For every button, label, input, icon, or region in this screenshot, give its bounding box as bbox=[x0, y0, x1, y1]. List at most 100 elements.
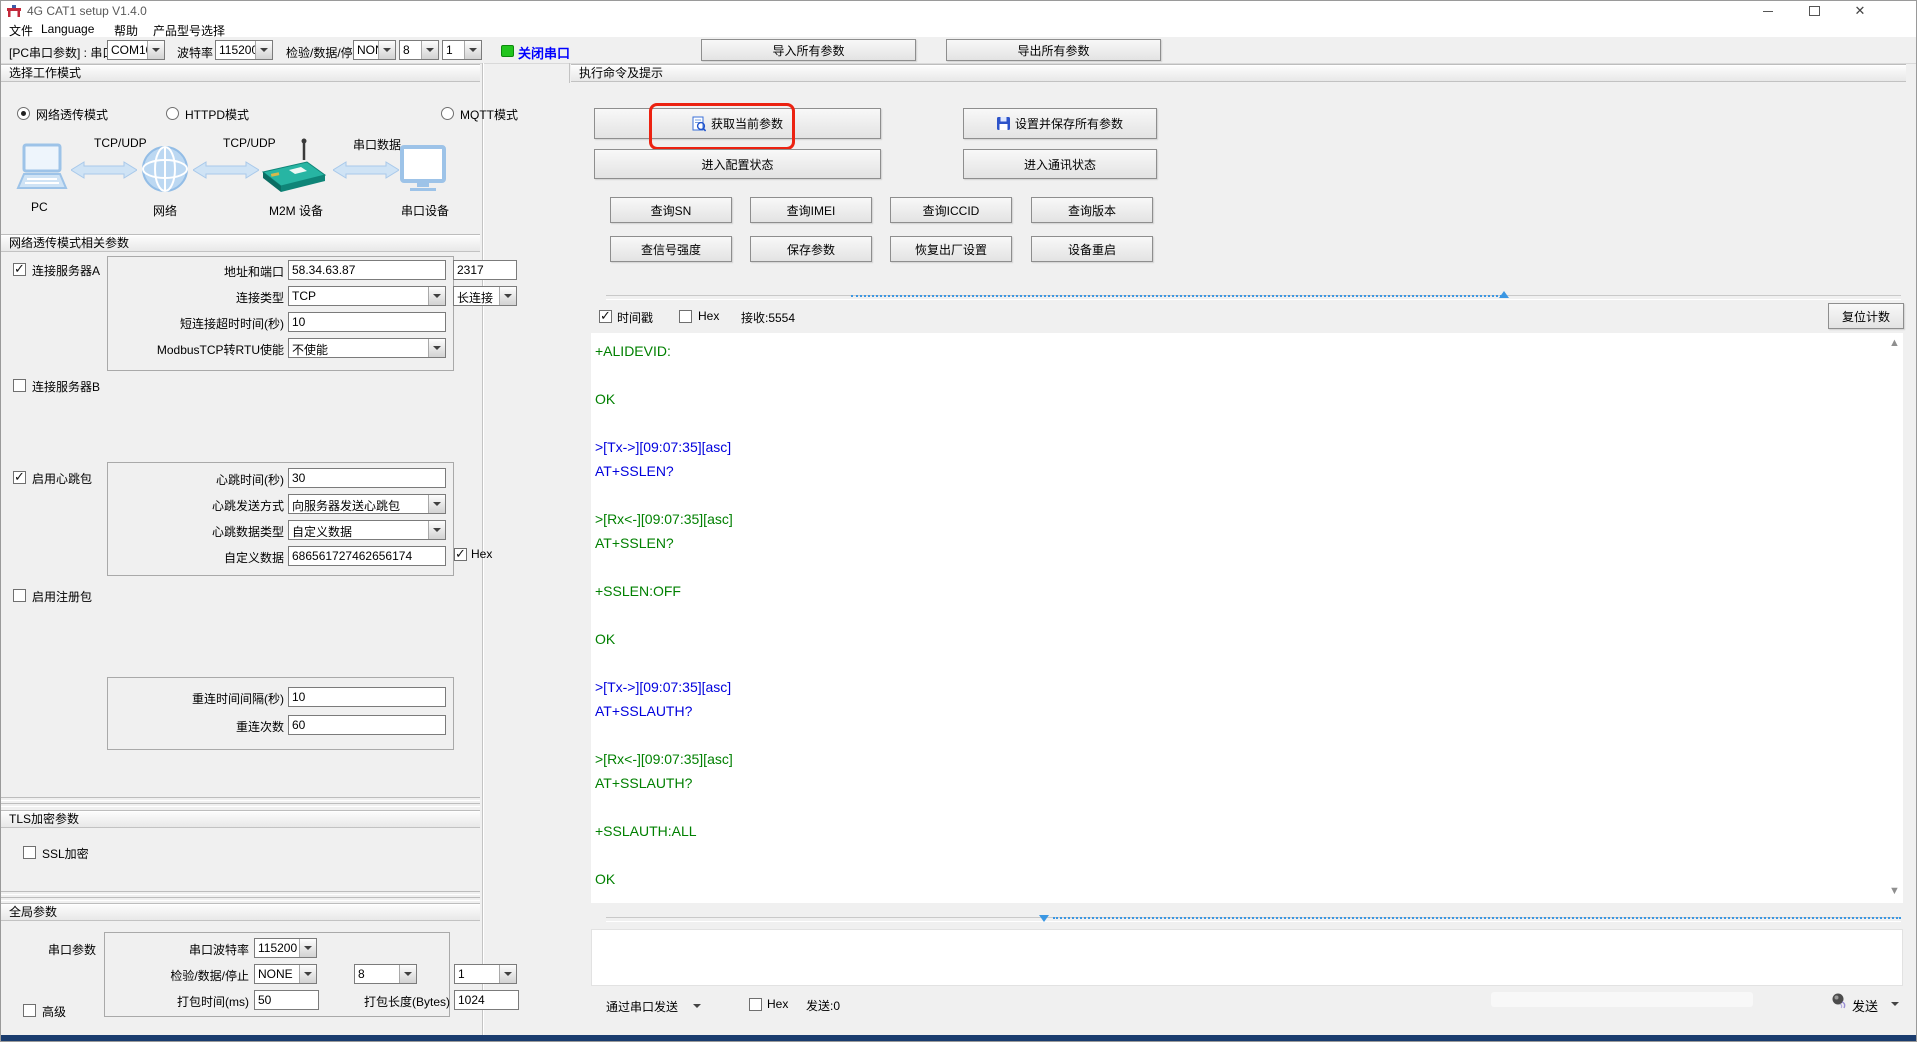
terminal-line: +SSLAUTH:ALL bbox=[595, 819, 1903, 843]
slider-thumb-icon[interactable] bbox=[1499, 291, 1509, 298]
chevron-down-icon[interactable] bbox=[428, 495, 445, 513]
query-signal-button[interactable]: 查信号强度 bbox=[610, 236, 732, 262]
short-timeout-field[interactable]: 10 bbox=[288, 312, 446, 332]
pack-time-field[interactable]: 50 bbox=[254, 990, 319, 1010]
terminal-line bbox=[595, 795, 1903, 819]
terminal-line: >[Rx<-][09:07:35][asc] bbox=[595, 747, 1903, 771]
chevron-down-icon[interactable] bbox=[299, 939, 316, 957]
parity-select[interactable]: NONI bbox=[353, 40, 396, 60]
radio-httpd-mode[interactable] bbox=[166, 107, 179, 120]
enter-comm-button[interactable]: 进入通讯状态 bbox=[963, 149, 1157, 179]
radio-mqtt-mode[interactable] bbox=[441, 107, 454, 120]
close-icon[interactable]: ✕ bbox=[1843, 1, 1877, 21]
timestamp-label: 时间戳 bbox=[617, 309, 653, 326]
server-a-checkbox[interactable] bbox=[13, 263, 26, 276]
menu-bar: 文件 Language 帮助 产品型号选择 bbox=[1, 21, 1916, 38]
radio-net-transparent-mode[interactable] bbox=[17, 107, 30, 120]
monitor-icon bbox=[399, 145, 447, 195]
chevron-down-icon[interactable] bbox=[147, 41, 164, 59]
heartbeat-mode-select[interactable]: 向服务器发送心跳包 bbox=[288, 494, 446, 514]
scroll-down-icon[interactable]: ▼ bbox=[1889, 885, 1900, 897]
set-save-params-label: 设置并保存所有参数 bbox=[1015, 115, 1123, 132]
keep-alive-select[interactable]: 长连接 bbox=[453, 286, 517, 306]
advanced-checkbox[interactable] bbox=[23, 1004, 36, 1017]
chevron-down-icon[interactable] bbox=[378, 41, 395, 59]
reconnect-interval-field[interactable]: 10 bbox=[288, 687, 446, 707]
work-mode-header-label: 选择工作模式 bbox=[9, 66, 81, 80]
chevron-down-icon[interactable] bbox=[399, 965, 416, 983]
send-via-serial-dropdown[interactable]: 通过串口发送 bbox=[606, 998, 678, 1015]
modbus-value: 不使能 bbox=[292, 341, 428, 358]
ssl-checkbox[interactable] bbox=[23, 846, 36, 859]
slider-thumb-icon[interactable] bbox=[1039, 915, 1049, 922]
tls-header-label: TLS加密参数 bbox=[9, 812, 79, 826]
chevron-down-icon[interactable] bbox=[428, 339, 445, 357]
send-icon[interactable] bbox=[1831, 992, 1848, 1009]
chevron-down-icon[interactable] bbox=[1891, 1002, 1899, 1006]
enter-config-button[interactable]: 进入配置状态 bbox=[594, 149, 881, 179]
heartbeat-mode-value: 向服务器发送心跳包 bbox=[292, 497, 428, 514]
server-b-label: 连接服务器B bbox=[32, 378, 100, 395]
minimize-icon[interactable] bbox=[1751, 1, 1785, 21]
send-button[interactable]: 发送 bbox=[1852, 996, 1878, 1015]
close-port-button[interactable]: 关闭串口 bbox=[518, 43, 570, 62]
chevron-down-icon[interactable] bbox=[428, 287, 445, 305]
device-restart-button[interactable]: 设备重启 bbox=[1031, 236, 1153, 262]
terminal-line: AT+SSLEN? bbox=[595, 459, 1903, 483]
terminal-line: >[Rx<-][09:07:35][asc] bbox=[595, 507, 1903, 531]
server-b-checkbox[interactable] bbox=[13, 379, 26, 392]
conn-type-select[interactable]: TCP bbox=[288, 286, 446, 306]
chevron-down-icon[interactable] bbox=[428, 521, 445, 539]
server-a-label: 连接服务器A bbox=[32, 262, 100, 279]
sent-count: 发送:0 bbox=[806, 997, 840, 1014]
databits-select[interactable]: 8 bbox=[399, 40, 439, 60]
send-hex-checkbox[interactable] bbox=[749, 998, 762, 1011]
terminal-output[interactable]: +ALIDEVID:OK>[Tx->][09:07:35][asc]AT+SSL… bbox=[591, 333, 1903, 903]
chevron-down-icon[interactable] bbox=[255, 41, 272, 59]
import-all-button[interactable]: 导入所有参数 bbox=[701, 39, 916, 61]
save-params-button[interactable]: 保存参数 bbox=[750, 236, 872, 262]
heartbeat-time-field[interactable]: 30 bbox=[288, 468, 446, 488]
menu-language[interactable]: Language bbox=[41, 22, 94, 36]
chevron-down-icon[interactable] bbox=[499, 965, 516, 983]
query-iccid-button[interactable]: 查询ICCID bbox=[890, 197, 1012, 223]
factory-reset-button[interactable]: 恢复出厂设置 bbox=[890, 236, 1012, 262]
pack-len-field[interactable]: 1024 bbox=[454, 990, 519, 1010]
chevron-down-icon[interactable] bbox=[421, 41, 438, 59]
com-port-select[interactable]: COM10 bbox=[107, 40, 165, 60]
reconnect-count-field[interactable]: 60 bbox=[288, 715, 446, 735]
timestamp-checkbox[interactable] bbox=[599, 310, 612, 323]
heartbeat-hex-checkbox[interactable] bbox=[454, 548, 467, 561]
modbus-select[interactable]: 不使能 bbox=[288, 338, 446, 358]
title-bar: 4G CAT1 setup V1.4.0 ✕ bbox=[1, 1, 1916, 21]
maximize-icon[interactable] bbox=[1797, 1, 1831, 21]
reset-count-button[interactable]: 复位计数 bbox=[1828, 303, 1904, 329]
query-version-button[interactable]: 查询版本 bbox=[1031, 197, 1153, 223]
export-all-button[interactable]: 导出所有参数 bbox=[946, 39, 1161, 61]
scroll-up-icon[interactable]: ▲ bbox=[1889, 337, 1900, 349]
get-params-button[interactable]: 获取当前参数 bbox=[594, 108, 881, 139]
register-checkbox[interactable] bbox=[13, 589, 26, 602]
stopbits-select[interactable]: 1 bbox=[442, 40, 482, 60]
set-save-params-button[interactable]: 设置并保存所有参数 bbox=[963, 108, 1157, 139]
server-a-address-field[interactable]: 58.34.63.87 bbox=[288, 260, 446, 280]
global-databits-select[interactable]: 8 bbox=[354, 964, 417, 984]
heartbeat-checkbox[interactable] bbox=[13, 471, 26, 484]
chevron-down-icon[interactable] bbox=[499, 287, 516, 305]
custom-data-field[interactable]: 686561727462656174 bbox=[288, 546, 446, 566]
send-input[interactable] bbox=[591, 929, 1903, 986]
chevron-down-icon[interactable] bbox=[464, 41, 481, 59]
global-parity-select[interactable]: NONE bbox=[254, 964, 317, 984]
server-a-port-field[interactable]: 2317 bbox=[453, 260, 517, 280]
query-sn-button[interactable]: 查询SN bbox=[610, 197, 732, 223]
heartbeat-type-select[interactable]: 自定义数据 bbox=[288, 520, 446, 540]
query-imei-button[interactable]: 查询IMEI bbox=[750, 197, 872, 223]
terminal-line bbox=[595, 723, 1903, 747]
baud-select[interactable]: 115200 bbox=[215, 40, 273, 60]
chevron-down-icon[interactable] bbox=[693, 1004, 701, 1008]
global-stopbits-select[interactable]: 1 bbox=[454, 964, 517, 984]
recv-hex-checkbox[interactable] bbox=[679, 310, 692, 323]
reset-count-label: 复位计数 bbox=[1842, 308, 1890, 325]
global-baud-select[interactable]: 115200 bbox=[254, 938, 317, 958]
chevron-down-icon[interactable] bbox=[299, 965, 316, 983]
